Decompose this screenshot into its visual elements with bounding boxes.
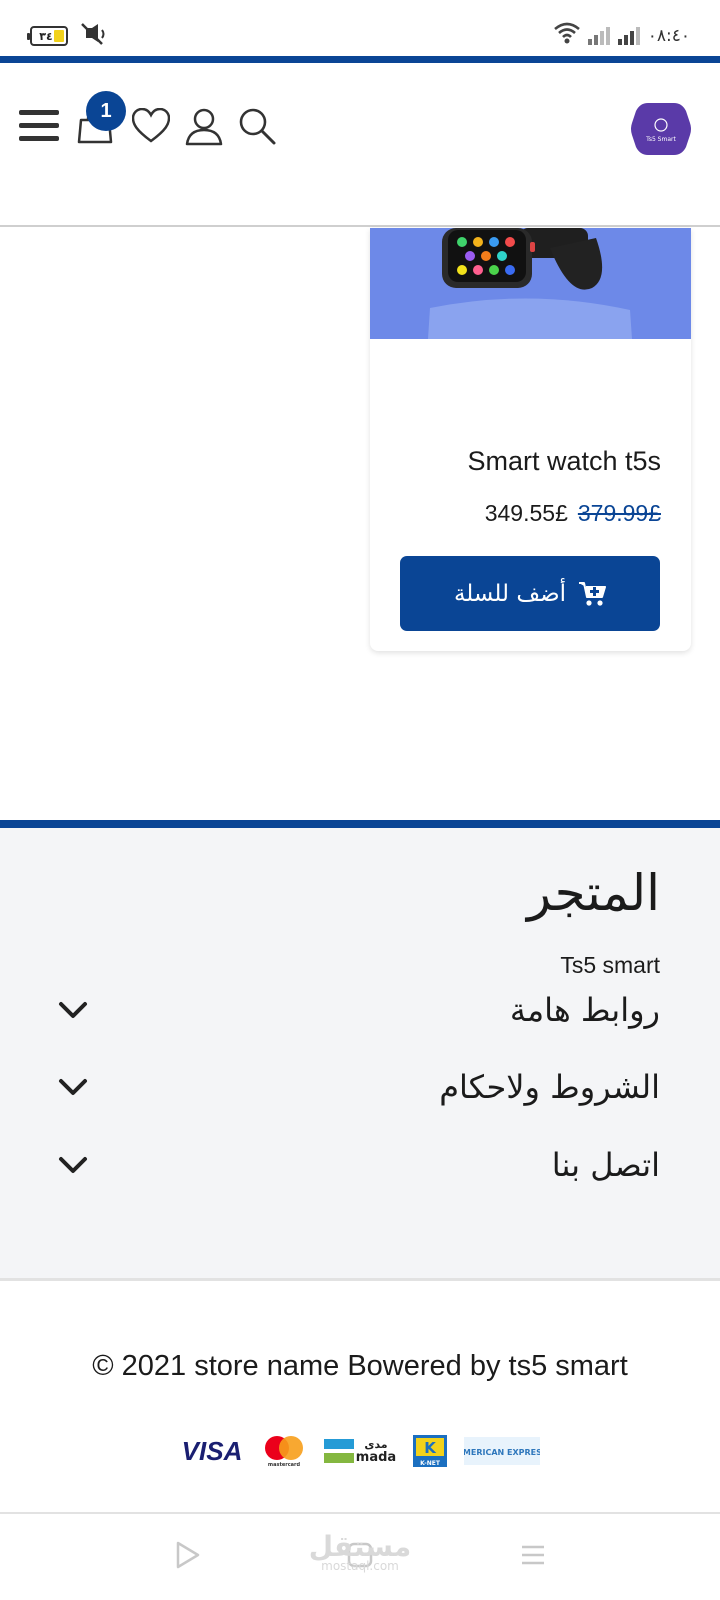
svg-text:K-NET: K-NET	[420, 1460, 441, 1467]
battery-level: ٣٤	[39, 29, 53, 43]
watermark-latin: mostaql.com	[321, 1559, 399, 1573]
mastercard-logo: mastercard	[260, 1433, 308, 1469]
accordion-label[interactable]: اتصل بنا	[552, 1146, 660, 1184]
smartwatch-image	[370, 228, 691, 339]
product-card[interactable]: Smart watch t5s 349.55£ 379.99£ أضف للسل…	[370, 228, 691, 651]
chevron-down-icon[interactable]	[56, 1070, 90, 1104]
add-to-cart-label: أضف للسلة	[453, 580, 567, 607]
hamburger-icon	[19, 110, 59, 141]
wishlist-button[interactable]	[128, 103, 174, 149]
status-time: ٠٨:٤٠	[647, 25, 690, 46]
product-title[interactable]: Smart watch t5s	[467, 446, 661, 477]
header-top-border	[0, 56, 720, 63]
svg-text:mastercard: mastercard	[268, 1462, 301, 1468]
current-price: 349.55£	[484, 500, 568, 526]
svg-text:mada: mada	[356, 1450, 396, 1465]
accordion-label[interactable]: روابط هامة	[510, 991, 660, 1029]
svg-text:K: K	[424, 1439, 437, 1457]
cart-plus-icon	[579, 581, 607, 606]
wifi-icon	[553, 22, 580, 49]
status-left: ٣٤	[27, 22, 108, 50]
visa-logo: VISA	[181, 1435, 243, 1466]
account-button[interactable]	[181, 103, 227, 149]
battery-icon: ٣٤	[27, 26, 68, 46]
product-price: 349.55£ 379.99£	[485, 500, 661, 527]
chevron-down-icon[interactable]	[56, 1148, 90, 1182]
user-icon	[185, 108, 223, 146]
site-header: 1 Ts5 Smart	[0, 63, 720, 227]
store-logo[interactable]: Ts5 Smart	[630, 101, 692, 157]
signal-icon-2	[617, 26, 640, 45]
chevron-down-icon[interactable]	[56, 993, 90, 1027]
svg-text:Ts5 Smart: Ts5 Smart	[645, 136, 676, 143]
mada-logo: mada مدى	[324, 1433, 396, 1469]
accordion-contact[interactable]: اتصل بنا	[56, 1140, 660, 1190]
amex-logo: AMERICAN EXPRESS	[464, 1433, 540, 1469]
old-price: 379.99£	[577, 500, 661, 526]
search-icon	[239, 108, 276, 145]
accordion-terms[interactable]: الشروط ولاحكام	[56, 1062, 660, 1112]
accordion-important-links[interactable]: روابط هامة	[56, 985, 660, 1035]
knet-logo: K K-NET	[412, 1433, 448, 1469]
accordion-label[interactable]: الشروط ولاحكام	[439, 1068, 660, 1106]
signal-icon-1	[587, 26, 610, 45]
menu-button[interactable]	[16, 103, 62, 149]
site-footer: المتجر Ts5 smart روابط هامة الشروط ولاحك…	[0, 828, 720, 1281]
add-to-cart-button[interactable]: أضف للسلة	[400, 556, 660, 631]
product-image[interactable]	[370, 228, 691, 339]
heart-icon	[132, 108, 170, 143]
cart-count-badge: 1	[86, 91, 126, 131]
svg-text:AMERICAN EXPRESS: AMERICAN EXPRESS	[464, 1448, 540, 1457]
payment-methods: VISA mastercard mada مدى K K-NET AMERICA…	[180, 1431, 540, 1471]
status-bar: ٣٤ ٠٨:٤٠	[0, 0, 720, 58]
footer-store-name: Ts5 smart	[560, 952, 660, 978]
copyright-text: © 2021 store name Bowered by ts5 smart	[92, 1350, 628, 1382]
status-right: ٠٨:٤٠	[553, 22, 690, 49]
svg-text:مدى: مدى	[364, 1438, 387, 1451]
mute-icon	[78, 22, 108, 50]
footer-store-title: المتجر	[527, 864, 660, 922]
search-button[interactable]	[234, 103, 280, 149]
footer-top-border	[0, 820, 720, 828]
watermark: مستقل mostaql.com	[0, 1530, 720, 1573]
